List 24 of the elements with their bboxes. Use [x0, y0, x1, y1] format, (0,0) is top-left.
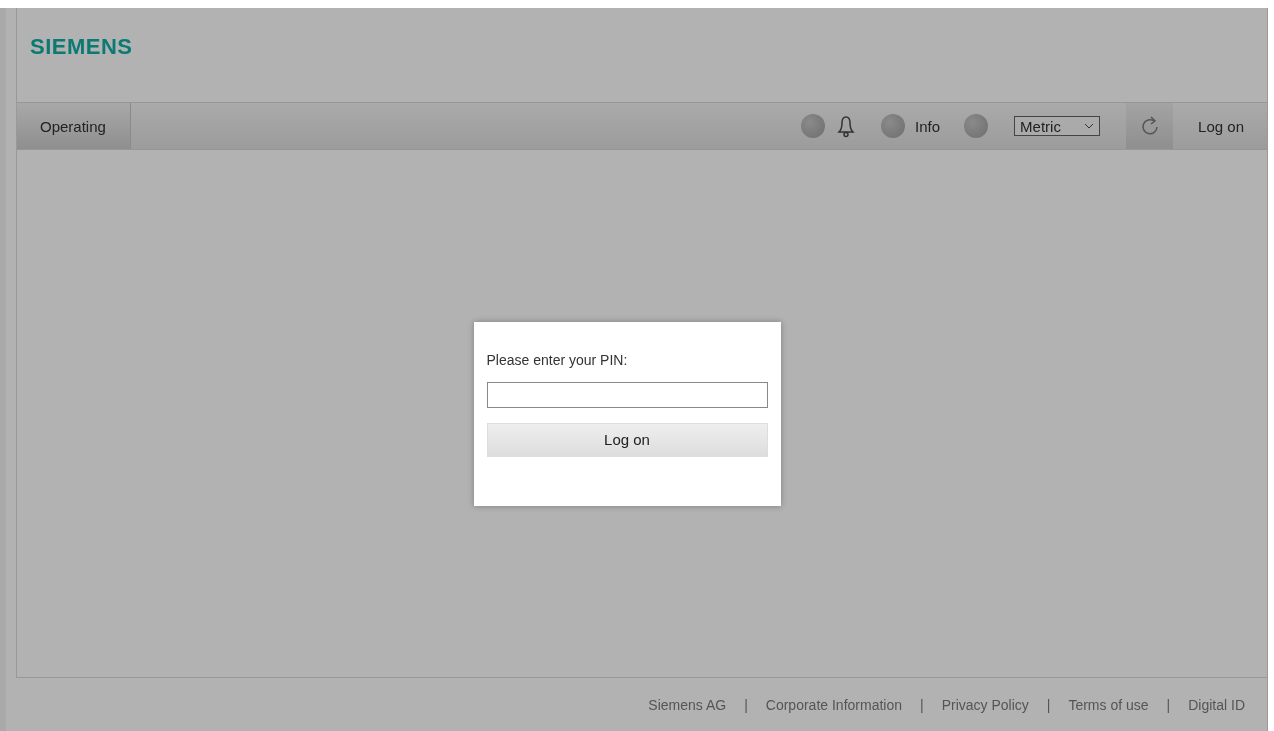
bell-icon[interactable] [835, 114, 858, 138]
footer-separator: | [920, 696, 924, 713]
pin-input[interactable] [486, 381, 768, 408]
status-light-icon [801, 114, 826, 138]
footer-separator: | [1166, 696, 1171, 713]
footer-link[interactable]: Privacy Policy [941, 696, 1029, 713]
logo: SIEMENS [30, 34, 133, 59]
footer-link[interactable]: Corporate Information [765, 696, 902, 713]
footer-link[interactable]: Digital ID [1188, 696, 1245, 713]
footer-link[interactable]: Terms of use [1068, 696, 1149, 713]
unit-select[interactable]: Metric [1014, 116, 1101, 136]
log-on-link[interactable]: Log on [1173, 117, 1267, 135]
footer-link[interactable]: Siemens AG [648, 696, 727, 713]
operating-tab[interactable]: Operating [17, 103, 131, 149]
status-light-icon [964, 114, 989, 138]
refresh-button[interactable] [1126, 103, 1174, 149]
footer-separator: | [744, 696, 748, 713]
log-on-button[interactable]: Log on [486, 422, 768, 457]
status-light-icon [881, 114, 906, 138]
info-label[interactable]: Info [915, 117, 941, 135]
chevron-down-icon [1084, 123, 1095, 129]
footer-separator: | [1046, 696, 1051, 713]
pin-prompt: Please enter your PIN: [486, 351, 629, 368]
refresh-icon [1139, 115, 1160, 137]
